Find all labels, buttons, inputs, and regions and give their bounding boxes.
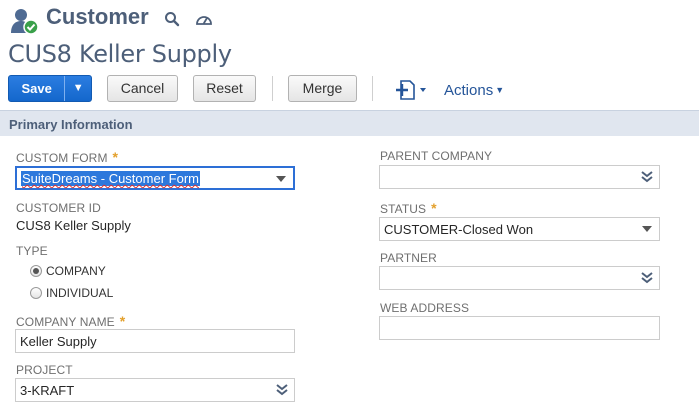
status-value: CUSTOMER-Closed Won [384, 222, 534, 237]
required-marker: * [112, 149, 119, 165]
primary-information-section-header[interactable]: Primary Information [0, 110, 699, 136]
actions-menu[interactable]: Actions ▼ [444, 82, 504, 99]
record-name: CUS8 Keller Supply [8, 40, 232, 68]
radio-unselected-icon[interactable] [30, 287, 42, 299]
cancel-button[interactable]: Cancel [107, 75, 178, 102]
parent-company-select[interactable] [379, 165, 660, 189]
custom-form-select[interactable]: SuiteDreams - Customer Form [15, 166, 295, 190]
double-chevron-down-icon[interactable] [641, 272, 653, 284]
record-type-title: Customer [46, 4, 149, 29]
web-address-label: WEB ADDRESS [380, 301, 470, 315]
parent-company-label: PARENT COMPANY [380, 149, 493, 163]
type-label: TYPE [16, 244, 48, 258]
status-label: STATUS * [380, 200, 437, 216]
required-marker: * [119, 313, 126, 329]
save-options-caret-icon[interactable]: ▼ [64, 76, 91, 101]
type-option-individual[interactable]: INDIVIDUAL [30, 286, 113, 300]
actions-label[interactable]: Actions [444, 82, 493, 99]
type-option-individual-label[interactable]: INDIVIDUAL [46, 286, 113, 300]
double-chevron-down-icon[interactable] [276, 384, 288, 396]
partner-select[interactable] [379, 266, 660, 290]
customer-id-label: CUSTOMER ID [16, 201, 101, 215]
save-button-label[interactable]: Save [9, 76, 64, 101]
save-button[interactable]: Save ▼ [8, 75, 92, 102]
project-value: 3-KRAFT [20, 383, 75, 398]
custom-form-label-text: CUSTOM FORM [16, 151, 108, 165]
company-name-label: COMPANY NAME * [16, 313, 125, 329]
customer-icon [11, 9, 39, 35]
web-address-input[interactable] [379, 316, 660, 340]
partner-label: PARTNER [380, 251, 437, 265]
merge-button[interactable]: Merge [288, 75, 357, 102]
customer-id-value: CUS8 Keller Supply [16, 218, 131, 233]
project-label: PROJECT [16, 363, 73, 377]
type-option-company[interactable]: COMPANY [30, 264, 106, 278]
company-name-value: Keller Supply [20, 334, 97, 349]
dashboard-icon[interactable] [195, 11, 213, 27]
project-select[interactable]: 3-KRAFT [15, 378, 295, 402]
dropdown-arrow-icon[interactable] [275, 173, 287, 185]
section-title: Primary Information [9, 117, 133, 132]
toolbar-divider [372, 76, 373, 101]
status-select[interactable]: CUSTOMER-Closed Won [379, 217, 660, 241]
status-label-text: STATUS [380, 202, 427, 216]
chevron-down-icon: ▼ [495, 85, 505, 95]
type-option-company-label[interactable]: COMPANY [46, 264, 106, 278]
required-marker: * [431, 200, 437, 216]
custom-form-label: CUSTOM FORM * [16, 149, 118, 165]
company-name-input[interactable]: Keller Supply [15, 329, 295, 353]
custom-form-value: SuiteDreams - Customer Form [21, 171, 200, 186]
company-name-label-text: COMPANY NAME [16, 315, 115, 329]
new-record-icon[interactable] [395, 80, 429, 100]
radio-selected-icon[interactable] [30, 265, 42, 277]
toolbar-divider [272, 76, 273, 101]
reset-button[interactable]: Reset [193, 75, 256, 102]
double-chevron-down-icon[interactable] [641, 171, 653, 183]
search-icon[interactable] [164, 11, 180, 27]
dropdown-arrow-icon[interactable] [641, 223, 653, 235]
